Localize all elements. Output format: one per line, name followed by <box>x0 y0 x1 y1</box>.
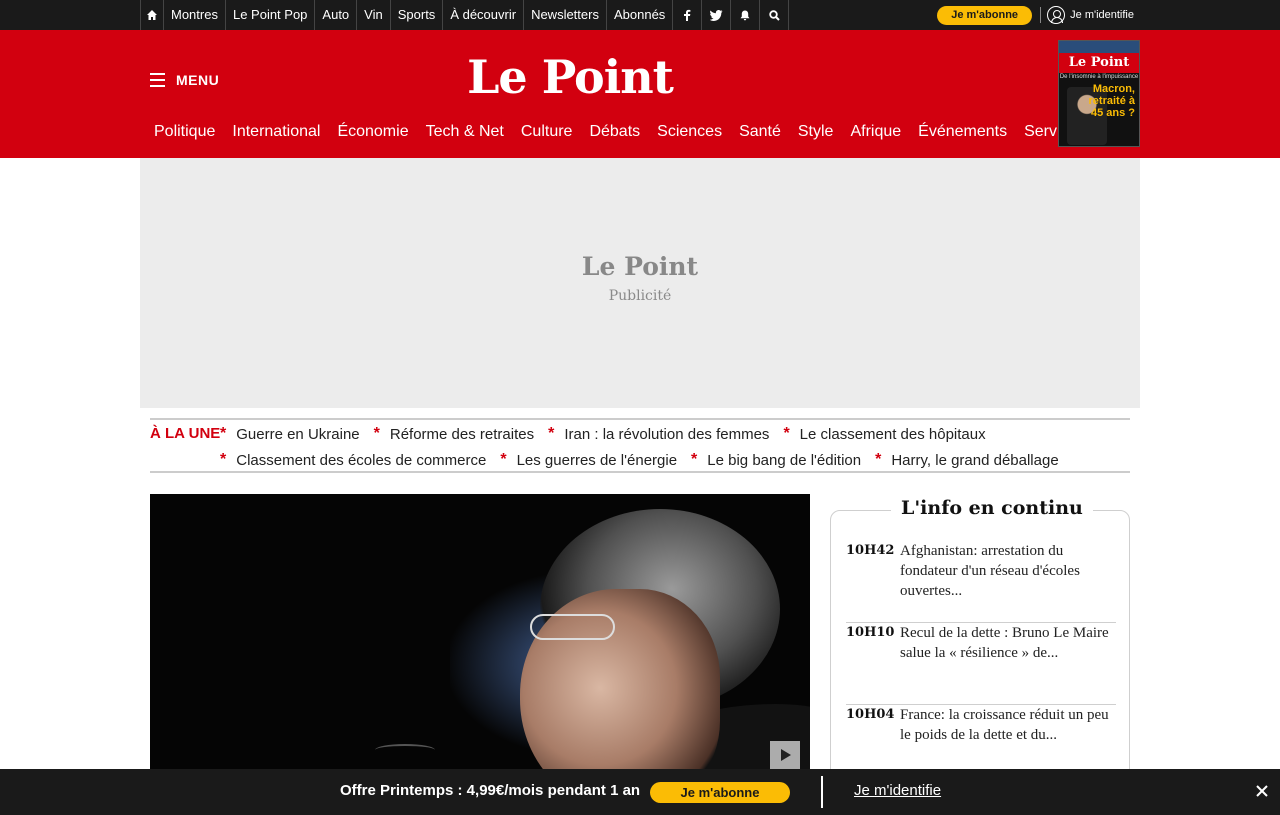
nav-item-evenements[interactable]: Événements <box>912 123 1013 141</box>
top-utility-bar: Montres Le Point Pop Auto Vin Sports À d… <box>0 0 1280 30</box>
topbar-account-area: Je m'abonne Je m'identifie <box>937 0 1134 30</box>
cover-top-strip <box>1059 41 1139 53</box>
asterisk-icon: * <box>691 451 698 468</box>
home-icon[interactable] <box>140 0 164 30</box>
bell-icon[interactable] <box>731 0 761 30</box>
a-la-une-label: À LA UNE <box>150 425 221 442</box>
cover-headline-line-3: 45 ans ? <box>1090 107 1135 119</box>
login-link[interactable]: Je m'identifie <box>1047 6 1134 24</box>
offer-text: Offre Printemps : 4,99€/mois pendant 1 a… <box>340 782 641 799</box>
topbar-link-auto[interactable]: Auto <box>315 0 358 30</box>
offer-subscribe-button[interactable]: Je m'abonne <box>650 782 790 803</box>
nav-item-sante[interactable]: Santé <box>733 123 787 141</box>
asterisk-icon: * <box>220 451 227 468</box>
menu-label: MENU <box>176 72 220 88</box>
live-news-panel: L'info en continu 10H42 Afghanistan: arr… <box>830 497 1130 790</box>
nav-item-economie[interactable]: Économie <box>331 123 414 141</box>
nav-item-tech-net[interactable]: Tech & Net <box>420 123 510 141</box>
topbar-link-le-point-pop[interactable]: Le Point Pop <box>226 0 316 30</box>
play-icon[interactable] <box>770 741 800 769</box>
a-la-une-row-1: * Guerre en Ukraine * Réforme des retrai… <box>220 425 1000 443</box>
une-link-ecoles-commerce[interactable]: Classement des écoles de commerce <box>236 452 486 469</box>
topbar-link-montres[interactable]: Montres <box>164 0 226 30</box>
subscription-offer-bar: Offre Printemps : 4,99€/mois pendant 1 a… <box>0 769 1280 815</box>
nav-item-debats[interactable]: Débats <box>583 123 646 141</box>
nav-item-politique[interactable]: Politique <box>148 123 221 141</box>
asterisk-icon: * <box>500 451 507 468</box>
live-news-headline: Afghanistan: arrestation du fondateur d'… <box>900 543 1080 599</box>
une-link-big-bang-edition[interactable]: Le big bang de l'édition <box>707 452 861 469</box>
a-la-une-row-2: * Classement des écoles de commerce * Le… <box>220 451 1073 469</box>
topbar-link-newsletters[interactable]: Newsletters <box>524 0 607 30</box>
une-link-reforme-retraites[interactable]: Réforme des retraites <box>390 426 534 443</box>
hero-glasses <box>530 614 615 640</box>
magazine-cover[interactable]: Le Point De l'insomnie à l'impuissance M… <box>1058 40 1140 147</box>
nav-item-sciences[interactable]: Sciences <box>651 123 728 141</box>
cover-kicker: De l'insomnie à l'impuissance <box>1059 74 1139 80</box>
asterisk-icon: * <box>548 425 555 442</box>
nav-item-afrique[interactable]: Afrique <box>844 123 907 141</box>
login-label: Je m'identifie <box>1070 9 1134 21</box>
a-la-une-bar: À LA UNE * Guerre en Ukraine * Réforme d… <box>150 418 1130 473</box>
ad-logo: Le Point <box>581 252 699 281</box>
topbar-link-abonnes[interactable]: Abonnés <box>607 0 674 30</box>
ad-placeholder: Le Point Publicité <box>140 158 1140 408</box>
menu-button[interactable]: MENU <box>150 72 219 88</box>
offer-divider <box>821 776 823 808</box>
search-icon[interactable] <box>760 0 790 30</box>
subscribe-button[interactable]: Je m'abonne <box>937 5 1033 25</box>
close-icon[interactable] <box>1254 783 1270 799</box>
site-header: MENU Le Point Politique International Éc… <box>0 30 1280 158</box>
une-link-guerre-ukraine[interactable]: Guerre en Ukraine <box>236 426 359 443</box>
live-news-title: L'info en continu <box>891 497 1093 519</box>
live-news-headline: Recul de la dette : Bruno Le Maire salue… <box>900 625 1109 661</box>
site-logo[interactable]: Le Point <box>440 50 700 104</box>
une-link-guerres-energie[interactable]: Les guerres de l'énergie <box>517 452 677 469</box>
top-utility-inner: Montres Le Point Pop Auto Vin Sports À d… <box>140 0 1140 30</box>
une-link-iran[interactable]: Iran : la révolution des femmes <box>564 426 769 443</box>
hamburger-icon <box>150 73 165 87</box>
une-link-classement-hopitaux[interactable]: Le classement des hôpitaux <box>800 426 986 443</box>
asterisk-icon: * <box>220 425 227 442</box>
nav-item-style[interactable]: Style <box>792 123 840 141</box>
facebook-icon[interactable] <box>673 0 703 30</box>
user-icon <box>1047 6 1066 24</box>
cover-headline-line-2: retraité à <box>1088 95 1135 107</box>
asterisk-icon: * <box>783 425 790 442</box>
nav-item-culture[interactable]: Culture <box>515 123 579 141</box>
topbar-link-vin[interactable]: Vin <box>357 0 391 30</box>
twitter-icon[interactable] <box>702 0 732 30</box>
hero-image[interactable] <box>150 494 810 769</box>
nav-item-international[interactable]: International <box>226 123 326 141</box>
main-nav: Politique International Économie Tech & … <box>148 123 1096 141</box>
cover-logo: Le Point <box>1059 53 1139 73</box>
topbar-divider <box>1040 7 1042 23</box>
cover-headline: Macron, retraité à 45 ans ? <box>1089 83 1135 119</box>
asterisk-icon: * <box>373 425 380 442</box>
topbar-link-sports[interactable]: Sports <box>391 0 444 30</box>
ad-label: Publicité <box>608 288 672 304</box>
offer-login-link[interactable]: Je m'identifie <box>854 782 941 799</box>
une-link-harry[interactable]: Harry, le grand déballage <box>891 452 1058 469</box>
topbar-link-a-decouvrir[interactable]: À découvrir <box>443 0 525 30</box>
asterisk-icon: * <box>875 451 882 468</box>
cover-headline-line-1: Macron, <box>1092 83 1135 95</box>
hero-microphone <box>375 744 435 756</box>
